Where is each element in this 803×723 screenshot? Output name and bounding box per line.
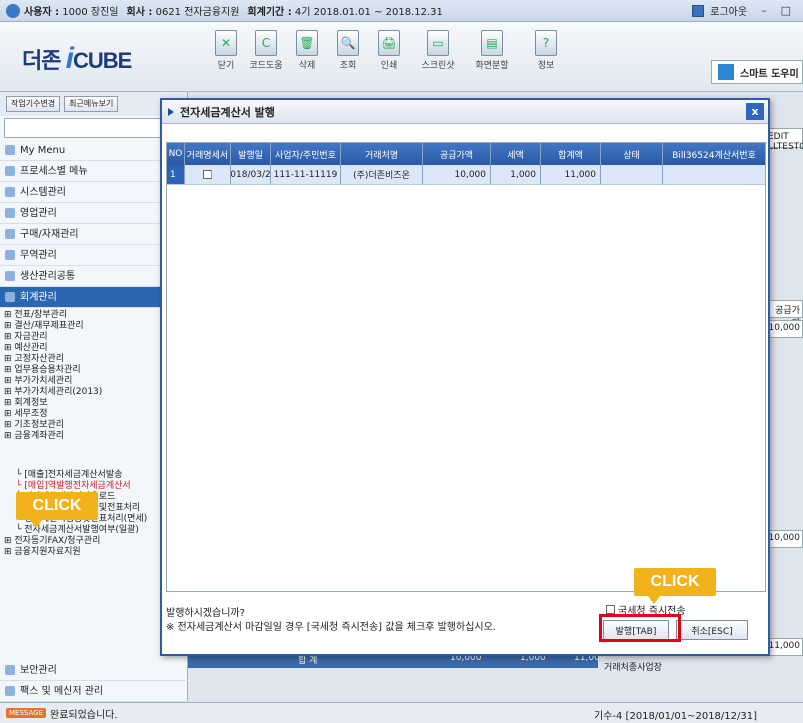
col-header: 발행일 <box>231 143 271 165</box>
close-button[interactable]: ✕ 닫기 <box>206 30 246 71</box>
period-value: 4기 2018.01.01 ~ 2018.12.31 <box>294 7 443 18</box>
print-button[interactable]: 🖨 인쇄 <box>369 30 409 71</box>
search-icon: 🔍 <box>337 30 359 56</box>
screenshot-button[interactable]: ▭ 스크린샷 <box>418 30 458 71</box>
split-icon: ▤ <box>481 30 503 56</box>
recent-menu-button[interactable]: 최근메뉴보기 <box>64 96 119 112</box>
status-bar: MESSAGE 완료되었습니다. 기수-4 [2018/01/01~2018/1… <box>0 702 803 723</box>
col-header: 거래처명 <box>341 143 423 165</box>
smart-help-button[interactable]: 스마트 도우미 <box>711 60 803 84</box>
logout-icon[interactable] <box>692 4 705 17</box>
title-bar: 사용자 : 1000 장진일 회사 : 0621 전자금융지원 회계기간 : 4… <box>0 0 803 22</box>
info-icon: ? <box>535 30 557 56</box>
menu-search-input[interactable] <box>4 118 183 138</box>
sidebar-item-system[interactable]: 시스템관리 <box>0 182 187 203</box>
col-header: 거래명세서 <box>185 143 231 165</box>
sidebar-item-purchase[interactable]: 구매/자재관리 <box>0 224 187 245</box>
sidebar-item-sales[interactable]: 영업관리 <box>0 203 187 224</box>
issue-button-highlight <box>599 614 681 642</box>
dialog-close-button[interactable]: x <box>746 103 764 120</box>
click-callout: CLICK <box>634 568 716 604</box>
col-header: 사업자/주민번호 <box>271 143 341 165</box>
period-label: 회계기간 : <box>247 7 292 18</box>
code-help-icon: C <box>255 30 277 56</box>
status-period: 기수-4 [2018/01/01~2018/12/31] <box>594 711 758 722</box>
user-value: 1000 장진일 <box>62 7 119 18</box>
sidebar-item-production[interactable]: 생산관리공통 <box>0 266 187 287</box>
col-header: NO <box>167 143 185 165</box>
statement-checkbox[interactable] <box>203 170 212 179</box>
col-header: 공급가액 <box>423 143 491 165</box>
trash-icon: 🗑 <box>296 30 318 56</box>
statement-checkbox-cell[interactable] <box>185 165 231 184</box>
accounting-tree: ⊞ 전표/장부관리 ⊞ 결산/재무제표관리 ⊞ 자금관리 ⊞ 예산관리 ⊞ 고정… <box>0 308 187 632</box>
user-label: 사용자 : <box>24 7 60 18</box>
minimize-icon[interactable]: – <box>761 4 767 17</box>
sidebar-item-fax[interactable]: 팩스 및 메신저 관리 <box>0 681 188 702</box>
col-header: 상태 <box>601 143 663 165</box>
monitor-icon: ▭ <box>427 30 449 56</box>
col-header: 합계액 <box>541 143 601 165</box>
table-row[interactable]: 1 2018/03/20 111-11-11119 (주)더존비즈온 10,00… <box>167 165 765 185</box>
notice-text: ※ 전자세금계산서 마감일일 경우 [국세청 즉시전송] 값을 체크후 발행하십… <box>166 622 496 633</box>
invoice-grid: NO 거래명세서 발행일 사업자/주민번호 거래처명 공급가액 세액 합계액 상… <box>166 142 766 592</box>
sidebar-item-process[interactable]: 프로세스별 메뉴 <box>0 161 187 182</box>
dialog-title-bar: 전자세금계산서 발행 x <box>162 100 768 124</box>
nts-checkbox[interactable] <box>606 605 615 614</box>
dialog-title: 전자세금계산서 발행 <box>180 105 275 119</box>
business-place-label: 거래처종사업장 <box>604 663 662 673</box>
main-toolbar: 더존 iCUBE ✕ 닫기 C 코드도움 🗑 삭제 🔍 조회 🖨 인쇄 ▭ 스크린샷 ▤ 화면… <box>0 22 803 92</box>
search-button[interactable]: 🔍 조회 <box>328 30 368 71</box>
grid-header: NO 거래명세서 발행일 사업자/주민번호 거래처명 공급가액 세액 합계액 상… <box>167 143 765 165</box>
message-badge: MESSAGE <box>6 708 46 718</box>
change-period-button[interactable]: 작업기수변경 <box>6 96 61 112</box>
col-header: Bill36524계산서번호 <box>672 150 756 161</box>
delete-button[interactable]: 🗑 삭제 <box>287 30 327 71</box>
cancel-button[interactable]: 취소[ESC] <box>676 620 748 640</box>
logo: 더존 iCUBE <box>22 42 132 75</box>
company-label: 회사 : <box>126 7 153 18</box>
close-icon: ✕ <box>215 30 237 56</box>
sidebar-item-trade[interactable]: 무역관리 <box>0 245 187 266</box>
info-button[interactable]: ? 정보 <box>526 30 566 71</box>
sidebar-item-security[interactable]: 보안관리 <box>0 660 188 681</box>
app-icon <box>6 3 20 18</box>
maximize-icon[interactable]: □ <box>781 4 791 17</box>
sidebar-item-accounting[interactable]: 회계관리 <box>0 287 187 308</box>
sidebar-item-my-menu[interactable]: My Menu <box>0 140 187 161</box>
code-help-button[interactable]: C 코드도움 <box>246 30 286 71</box>
logout-button[interactable]: 로그아웃 <box>710 3 747 18</box>
company-value: 0621 전자금융지원 <box>155 7 240 18</box>
split-screen-button[interactable]: ▤ 화면분할 <box>472 30 512 71</box>
prompt-text: 발행하시겠습니까? <box>166 608 245 619</box>
click-callout: CLICK <box>16 492 98 528</box>
printer-icon: 🖨 <box>378 30 400 56</box>
col-header: 세액 <box>491 143 541 165</box>
status-message: 완료되었습니다. <box>50 709 118 721</box>
help-icon <box>718 64 734 80</box>
triangle-icon <box>168 107 174 116</box>
